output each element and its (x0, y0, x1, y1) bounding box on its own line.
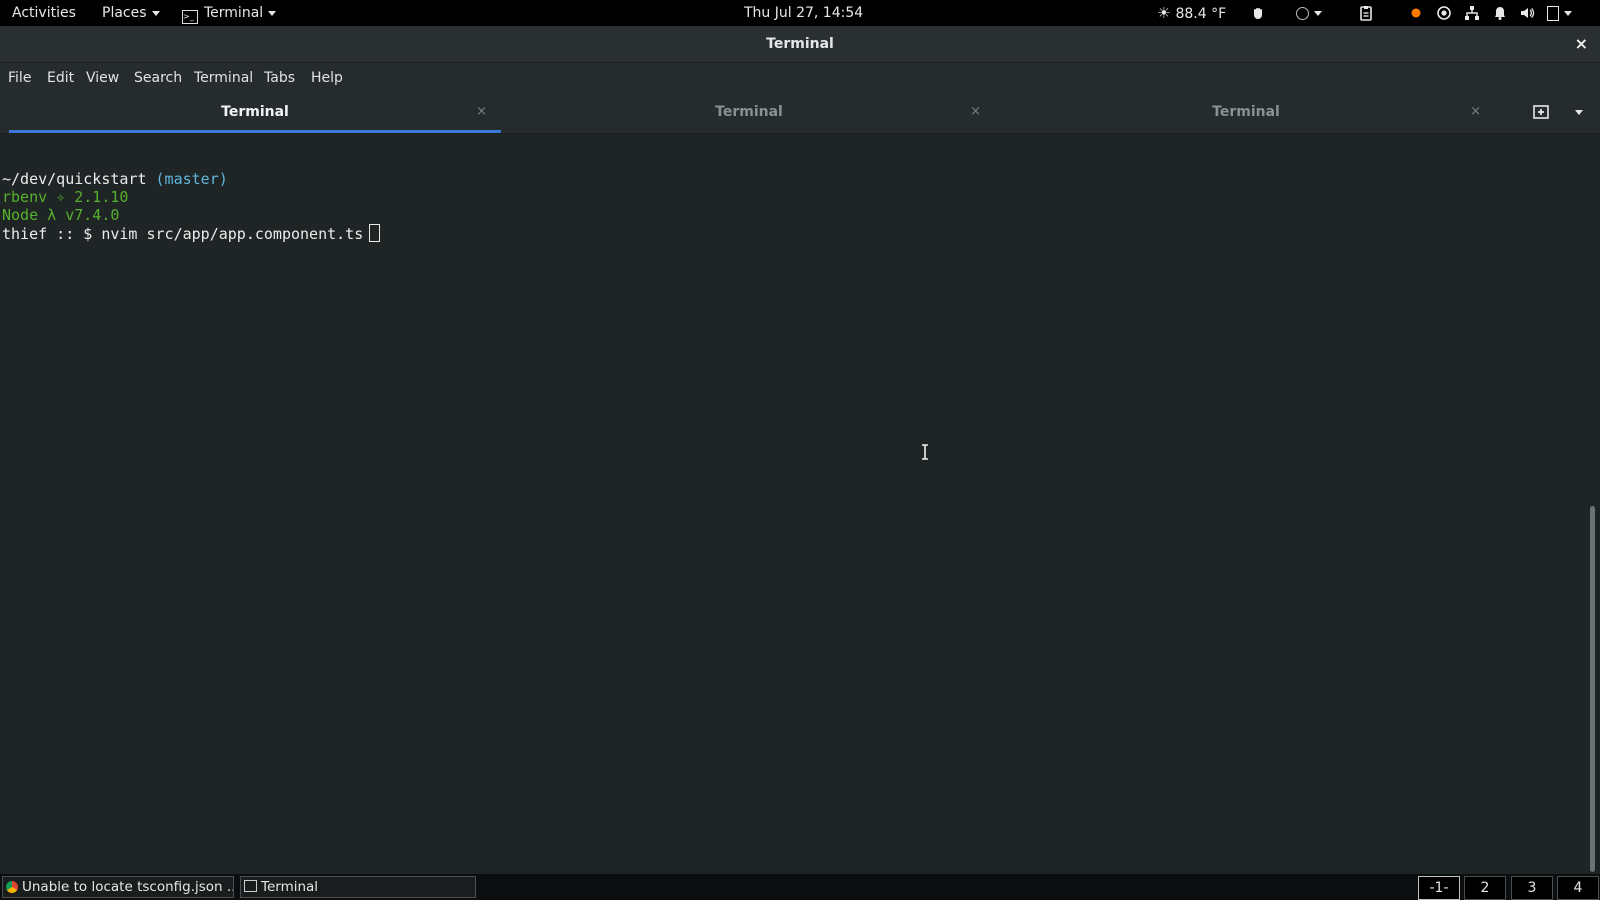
node-line: Node λ v7.4.0 (2, 206, 120, 224)
workspace-2[interactable]: 2 (1464, 876, 1506, 900)
tab-terminal-2[interactable]: Terminal × (503, 93, 995, 133)
terminal-view[interactable]: ~/dev/quickstart (master) rbenv ✧ 2.1.10… (0, 134, 1588, 872)
battery-icon (1547, 5, 1559, 21)
chevron-down-icon (1314, 10, 1322, 16)
chrome-icon (6, 881, 18, 893)
workspace-4[interactable]: 4 (1557, 876, 1599, 900)
task-chrome-window[interactable]: Unable to locate tsconfig.json ... (2, 876, 234, 898)
tab-label: Terminal (221, 104, 289, 120)
task-label: Unable to locate tsconfig.json ... (22, 879, 234, 895)
command-text: thief :: $ nvim src/app/app.component.ts (2, 225, 364, 243)
volume-icon[interactable] (1519, 5, 1535, 21)
menu-search[interactable]: Search (134, 63, 182, 93)
chevron-down-icon (1564, 10, 1572, 16)
record-dot-icon[interactable] (1408, 5, 1424, 21)
terminal-icon (244, 880, 257, 892)
prompt-path: ~/dev/quickstart (2, 170, 147, 188)
tab-terminal-3[interactable]: Terminal × (997, 93, 1495, 133)
top-panel: Activities Places >_ Terminal Thu Jul 27,… (0, 0, 1600, 26)
system-menu[interactable] (1547, 0, 1572, 26)
weather-indicator[interactable]: ☀ 88.4 °F (1157, 0, 1226, 26)
chevron-down-icon (151, 10, 160, 16)
app-menu-label: Terminal (204, 5, 264, 21)
activities-button[interactable]: Activities (12, 0, 76, 26)
prompt-path-line: ~/dev/quickstart (master) (2, 170, 228, 188)
window-titlebar[interactable]: Terminal × (0, 26, 1600, 63)
network-icon[interactable] (1464, 5, 1480, 21)
app-menu-terminal[interactable]: >_ Terminal (182, 0, 277, 26)
hand-icon[interactable] (1250, 5, 1266, 21)
places-label: Places (102, 5, 147, 21)
tab-label: Terminal (1212, 104, 1280, 120)
tab-bar: Terminal × Terminal × Terminal × (0, 93, 1600, 134)
workspace-3[interactable]: 3 (1511, 876, 1553, 900)
window-title: Terminal (766, 36, 834, 52)
clipboard-icon[interactable] (1358, 5, 1374, 21)
terminal-scrollbar[interactable] (1590, 506, 1595, 872)
task-terminal-window[interactable]: Terminal (240, 876, 476, 898)
task-label: Terminal (261, 879, 319, 895)
menu-edit[interactable]: Edit (47, 63, 74, 93)
menu-view[interactable]: View (86, 63, 119, 93)
bottom-taskbar: Unable to locate tsconfig.json ... Termi… (0, 874, 1600, 900)
target-icon[interactable] (1436, 5, 1452, 21)
terminal-app-icon: >_ (182, 10, 198, 24)
tabs-menu-chevron-icon[interactable] (1575, 110, 1583, 115)
workspace-1[interactable]: -1- (1418, 876, 1460, 900)
chevron-down-icon (268, 10, 277, 16)
circle-indicator-icon (1296, 6, 1309, 20)
close-icon[interactable]: × (1575, 26, 1588, 62)
menu-bar: File Edit View Search Terminal Tabs Help (0, 63, 1600, 93)
menu-file[interactable]: File (8, 63, 31, 93)
command-line[interactable]: thief :: $ nvim src/app/app.component.ts (2, 224, 381, 243)
tab-label: Terminal (715, 104, 783, 120)
menu-tabs[interactable]: Tabs (264, 63, 295, 93)
notifications-icon[interactable] (1492, 5, 1508, 21)
mouse-ibeam-cursor-icon (922, 444, 928, 460)
clock[interactable]: Thu Jul 27, 14:54 (744, 0, 863, 26)
new-tab-icon[interactable] (1533, 105, 1549, 119)
places-menu[interactable]: Places (102, 0, 160, 26)
menu-help[interactable]: Help (311, 63, 343, 93)
tab-close-icon[interactable]: × (970, 93, 981, 131)
circle-indicator[interactable] (1296, 0, 1322, 26)
tab-close-icon[interactable]: × (1470, 93, 1481, 131)
tab-close-icon[interactable]: × (476, 93, 487, 131)
text-cursor (369, 224, 381, 242)
weather-temp: 88.4 °F (1175, 6, 1227, 22)
tab-terminal-1[interactable]: Terminal × (9, 93, 501, 133)
rbenv-line: rbenv ✧ 2.1.10 (2, 188, 129, 206)
menu-terminal[interactable]: Terminal (194, 63, 253, 93)
weather-sun-icon: ☀ (1157, 4, 1171, 22)
prompt-branch: (master) (155, 170, 228, 188)
